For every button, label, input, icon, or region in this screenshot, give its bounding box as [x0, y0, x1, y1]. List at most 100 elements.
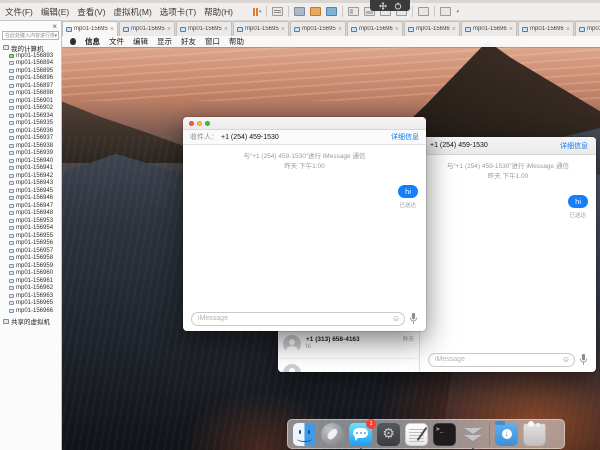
macos-menu-item[interactable]: 文件	[109, 36, 124, 47]
tree-node-vm[interactable]: mp01-156941	[0, 165, 61, 173]
tree-node-vm[interactable]: mp01-156966	[0, 307, 61, 315]
vmware-menu-item[interactable]: 帮助(H)	[204, 6, 233, 18]
tree-node-vm[interactable]: mp01-156898	[0, 90, 61, 98]
tree-node-vm[interactable]: mp01-156942	[0, 172, 61, 180]
tree-node-vm[interactable]: mp01-156948	[0, 210, 61, 218]
messages-app-icon[interactable]: 1	[349, 423, 372, 446]
system-preferences-icon[interactable]: ⚙	[377, 423, 400, 446]
tree-node-vm[interactable]: mp01-156896	[0, 75, 61, 83]
tree-node-vm[interactable]: mp01-156945	[0, 187, 61, 195]
finder-icon[interactable]	[293, 423, 316, 446]
tab-close-icon[interactable]	[395, 26, 399, 33]
downloads-folder-icon[interactable]: ↓	[495, 423, 518, 446]
macos-menu-item[interactable]: 信息	[85, 36, 100, 47]
messages-window-front[interactable]: 收件人： +1 (254) 459-1530 详细信息 与“+1 (254) 4…	[183, 117, 426, 331]
tree-node-vm[interactable]: mp01-156956	[0, 240, 61, 248]
show-library-icon[interactable]	[348, 7, 359, 16]
send-ctrl-alt-del-icon[interactable]	[272, 7, 283, 16]
vmware-menu-item[interactable]: 编辑(E)	[41, 6, 69, 18]
tree-node-vm[interactable]: mp01-156943	[0, 180, 61, 188]
details-link[interactable]: 详细信息	[560, 141, 588, 151]
dictation-mic-icon[interactable]	[409, 312, 418, 325]
tab-close-icon[interactable]	[452, 26, 456, 33]
macos-menu-item[interactable]: 帮助	[229, 36, 244, 47]
tree-node-vm[interactable]: mp01-156934	[0, 112, 61, 120]
tab-close-icon[interactable]	[566, 26, 570, 33]
tree-node-vm[interactable]: mp01-156935	[0, 120, 61, 128]
tree-node-vm[interactable]: mp01-156959	[0, 262, 61, 270]
conversation-row-partial[interactable]	[278, 360, 419, 372]
tree-node-vm[interactable]: mp01-156901	[0, 97, 61, 105]
tree-node-vm[interactable]: mp01-156939	[0, 150, 61, 158]
manage-snapshots-icon[interactable]	[326, 7, 337, 16]
tree-node-vm[interactable]: mp01-156965	[0, 300, 61, 308]
macos-menu-item[interactable]: 显示	[157, 36, 172, 47]
tree-node-vm[interactable]: mp01-156946	[0, 195, 61, 203]
remote-control-overlay[interactable]	[370, 0, 410, 11]
tree-node-vm[interactable]: mp01-156938	[0, 142, 61, 150]
layout-icon[interactable]	[440, 7, 451, 16]
library-close-icon[interactable]: ×	[0, 21, 61, 30]
vm-tab[interactable]: mp01-156963	[518, 21, 574, 36]
vm-tab[interactable]: mp01-156961	[404, 21, 460, 36]
emoji-picker-icon[interactable]: ☺	[392, 315, 400, 323]
vm-tab[interactable]: mp01-156959	[290, 21, 346, 36]
suspend-button[interactable]: ▾	[253, 8, 262, 16]
vm-tab[interactable]: mp01-156957	[176, 21, 232, 36]
conversation-row[interactable]: +1 (313) 658-4163昨天 hi	[278, 331, 419, 359]
tree-node-vm[interactable]: mp01-156953	[0, 217, 61, 225]
zoom-button[interactable]	[205, 121, 210, 126]
vm-console-screen[interactable]: 信息文件编辑显示好友窗口帮助 +1 (254) 459-1530 详细信息 +1…	[62, 36, 600, 450]
terminal-icon[interactable]: >_	[433, 423, 456, 446]
chevron-down-icon[interactable]: ▾	[259, 9, 262, 15]
vm-tab[interactable]: mp01-156960	[347, 21, 403, 36]
vmware-menu-item[interactable]: 文件(F)	[5, 6, 33, 18]
take-snapshot-icon[interactable]	[294, 7, 305, 16]
tree-node-my-computer[interactable]: 我的计算机	[0, 43, 61, 52]
textedit-icon[interactable]	[405, 423, 428, 446]
tab-close-icon[interactable]	[110, 26, 114, 33]
tab-close-icon[interactable]	[509, 26, 513, 33]
vm-tab[interactable]: mp01-156958	[233, 21, 289, 36]
tree-node-shared-vms[interactable]: 共享的虚拟机	[0, 317, 61, 326]
message-input[interactable]	[192, 313, 404, 325]
dictation-mic-icon[interactable]	[579, 353, 588, 366]
tree-node-vm[interactable]: mp01-156954	[0, 225, 61, 233]
vm-tab[interactable]: mp01-156955	[62, 21, 118, 36]
tab-close-icon[interactable]	[281, 26, 285, 33]
revert-snapshot-icon[interactable]	[310, 7, 321, 16]
launchpad-icon[interactable]	[321, 423, 344, 446]
tree-node-vm[interactable]: mp01-156894	[0, 60, 61, 68]
tree-node-vm[interactable]: mp01-156960	[0, 270, 61, 278]
chevron-down-icon[interactable]: ▾	[456, 9, 459, 15]
macos-menu-item[interactable]: 编辑	[133, 36, 148, 47]
tree-node-vm[interactable]: mp01-156940	[0, 157, 61, 165]
tree-node-vm[interactable]: mp01-156893	[0, 52, 61, 60]
tab-close-icon[interactable]	[224, 26, 228, 33]
tree-node-vm[interactable]: mp01-156895	[0, 67, 61, 75]
macos-menu-item[interactable]: 好友	[181, 36, 196, 47]
vmware-menu-item[interactable]: 虚拟机(M)	[114, 6, 152, 18]
tree-node-vm[interactable]: mp01-156937	[0, 135, 61, 143]
tree-node-vm[interactable]: mp01-156963	[0, 292, 61, 300]
macos-menu-item[interactable]: 窗口	[205, 36, 220, 47]
vm-tab[interactable]: mp01-156956	[119, 21, 175, 36]
tree-node-vm[interactable]: mp01-156962	[0, 285, 61, 293]
vmware-menu-item[interactable]: 选项卡(T)	[160, 6, 196, 18]
message-input[interactable]	[429, 354, 574, 366]
vm-tab[interactable]: mp01-156962	[461, 21, 517, 36]
tree-node-vm[interactable]: mp01-156957	[0, 247, 61, 255]
vm-tab[interactable]: mp01-15	[575, 21, 600, 36]
tree-node-vm[interactable]: mp01-156947	[0, 202, 61, 210]
tree-node-vm[interactable]: mp01-156958	[0, 255, 61, 263]
recipient-number[interactable]: +1 (254) 459-1530	[221, 134, 279, 141]
tree-node-vm[interactable]: mp01-156897	[0, 82, 61, 90]
installer-icon[interactable]	[461, 423, 484, 446]
chevron-down-icon[interactable]: ▾	[54, 33, 58, 39]
apple-menu-icon[interactable]	[70, 38, 76, 45]
tree-node-vm[interactable]: mp01-156902	[0, 105, 61, 113]
tree-node-vm[interactable]: mp01-156961	[0, 277, 61, 285]
tree-node-vm[interactable]: mp01-156955	[0, 232, 61, 240]
tree-node-vm[interactable]: mp01-156936	[0, 127, 61, 135]
emoji-picker-icon[interactable]: ☺	[562, 356, 570, 364]
